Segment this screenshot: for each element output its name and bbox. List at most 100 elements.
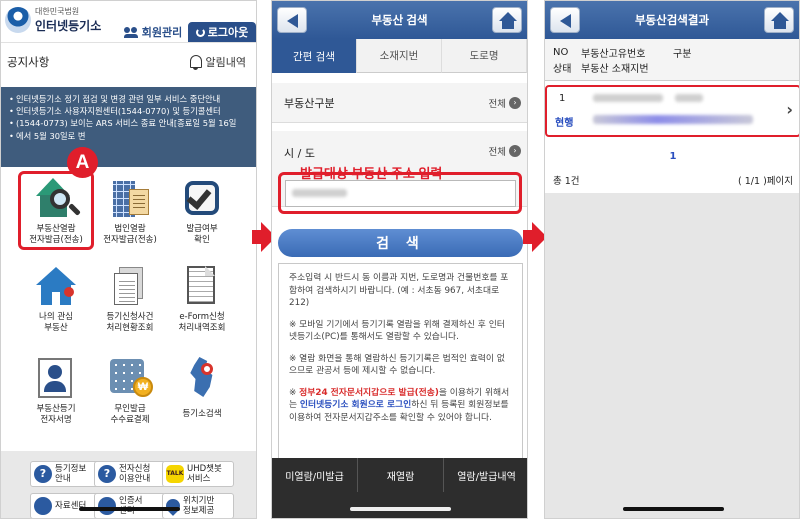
row-number: 1: [559, 93, 566, 104]
help-text: ※ 열람 화면을 통해 열람하신 등기기록은 법적인 효력이 없으므로 관공서 …: [289, 353, 505, 377]
total-count: 총 1건: [553, 176, 580, 187]
blurred-property-code: [593, 94, 663, 102]
tile-registry-info[interactable]: ? 등기정보 안내: [30, 461, 102, 487]
tile-certificate-center[interactable]: 인증서 센터: [94, 493, 166, 518]
back-button[interactable]: [277, 7, 307, 33]
menu-registry-office-search[interactable]: 등기소검색: [162, 355, 242, 420]
menu-label: 나의 관심 부동산: [39, 312, 73, 333]
row-status: 현행: [555, 118, 574, 129]
member-management-label: 회원관리: [141, 26, 183, 39]
blurred-address: [292, 188, 347, 197]
tile-label: 인증서 센터: [119, 496, 143, 516]
question-icon: ?: [34, 465, 52, 483]
re-view-button[interactable]: 재열람: [358, 458, 444, 492]
tile-chatbot[interactable]: TALK UHD챗봇 서비스: [162, 461, 234, 487]
notice-item[interactable]: 인터넷등기소 사용자지원센터(1544-0770) 및 등기콜센터: [9, 105, 252, 117]
result-table-header: NO 부동산고유번호 구분 상태 부동산 소재지번: [545, 39, 799, 81]
menu-e-signature[interactable]: 부동산등기 전자서명: [16, 355, 96, 425]
calculator-coin-icon: ₩: [107, 355, 153, 401]
folder-icon: [34, 497, 52, 515]
logo-title[interactable]: 인터넷등기소: [35, 17, 101, 34]
house-pin-icon: [33, 263, 79, 309]
tab-simple-search[interactable]: 간편 검색: [272, 39, 357, 73]
property-type-select[interactable]: 전체 ›: [489, 96, 521, 110]
menu-label: 법인열람 전자발급(전송): [103, 224, 157, 245]
home-indicator[interactable]: [623, 507, 724, 511]
page-title: 부동산검색결과: [634, 15, 710, 27]
province-select[interactable]: 전체 ›: [489, 144, 521, 158]
page-info: ( 1/1 )페이지: [738, 176, 793, 187]
step-badge-a: A: [67, 147, 98, 178]
home-indicator[interactable]: [350, 507, 451, 511]
tab-lot-number[interactable]: 소재지번: [357, 39, 442, 73]
header-status: 상태: [553, 64, 572, 75]
notice-item-continued[interactable]: 에서 5월 30일로 변: [9, 130, 252, 142]
form-document-icon: [179, 263, 225, 309]
blurred-address: [593, 115, 753, 124]
notice-list: 인터넷등기소 정기 점검 및 변경 관련 일부 서비스 중단안내 인터넷등기소 …: [1, 87, 256, 167]
home-button[interactable]: [764, 7, 794, 33]
header-tabs: 회원관리 로그아웃: [118, 22, 256, 42]
back-button[interactable]: [550, 7, 580, 33]
menu-issue-verification[interactable]: 발급여부 확인: [162, 175, 242, 245]
people-icon: [123, 26, 139, 38]
property-type-value: 전체: [488, 98, 506, 110]
notice-item-continued[interactable]: (1544-0773) 보이는 ARS 서비스 종료 안내[종료일 5월 16일: [9, 117, 252, 129]
property-type-field[interactable]: 부동산구분 전체 ›: [272, 83, 527, 123]
tile-e-application-guide[interactable]: ? 전자신청 이용안내: [94, 461, 166, 487]
tile-location-info[interactable]: 위치기반 정보제공: [162, 493, 234, 518]
view-history-button[interactable]: 열람/발급내역: [444, 458, 527, 492]
menu-kiosk-payment[interactable]: ₩ 무인발급 수수료결제: [90, 355, 170, 425]
tile-label: 전자신청 이용안내: [119, 464, 151, 484]
nav-bar: 부동산검색결과: [545, 1, 799, 39]
header-no: NO: [553, 47, 569, 58]
menu-corporate-view-issue[interactable]: 법인열람 전자발급(전송): [90, 175, 170, 245]
map-pin-icon: [179, 355, 225, 401]
result-count-bar: 총 1건 ( 1/1 )페이지: [545, 169, 799, 191]
menu-my-properties[interactable]: 나의 관심 부동산: [16, 263, 96, 333]
property-search-screen: 부동산 검색 간편 검색 소재지번 도로명 부동산구분 전체 › 시 / 도 전…: [271, 0, 528, 519]
menu-label: 발급여부 확인: [186, 224, 218, 245]
notice-header: 공지사항 알림내역: [1, 43, 256, 81]
logout-label: 로그아웃: [207, 26, 249, 39]
help-text-wallet: ※ 정부24 전자문서지갑으로 발급(전송)을 이용하기 위해서는 인터넷등기소…: [289, 387, 510, 423]
search-help-box: 주소입력 시 반드시 동 이름과 지번, 도로명과 건물번호를 포함하여 검색하…: [278, 263, 523, 459]
province-value: 전체: [488, 147, 506, 158]
id-card-icon: [33, 355, 79, 401]
address-input[interactable]: [285, 180, 516, 207]
member-management-tab[interactable]: 회원관리: [118, 22, 188, 42]
menu-label: 등기신청사건 처리현황조회: [106, 312, 154, 333]
page-number[interactable]: 1: [545, 151, 799, 162]
empty-area: [545, 193, 799, 518]
menu-eform-history[interactable]: e-Form신청 처리내역조회: [162, 263, 242, 333]
alert-history-link[interactable]: 알림내역: [189, 54, 246, 70]
menu-label: 무인발급 수수료결제: [110, 404, 150, 425]
not-viewed-button[interactable]: 미열람/미발급: [272, 458, 358, 492]
header-address: 부동산 소재지번: [581, 64, 649, 75]
tile-resource-center[interactable]: 자료센터: [30, 493, 102, 518]
logo-subtitle: 대한민국법원: [35, 7, 80, 16]
help-text: 주소입력 시 반드시 동 이름과 지번, 도로명과 건물번호를 포함하여 검색하…: [289, 273, 509, 308]
home-icon: [499, 12, 517, 29]
home-icon: [771, 12, 789, 29]
property-type-label: 부동산구분: [284, 96, 335, 110]
menu-label: e-Form신청 처리내역조회: [178, 312, 226, 333]
back-arrow-icon: [560, 14, 571, 28]
back-arrow-icon: [287, 14, 298, 28]
home-button[interactable]: [492, 7, 522, 33]
notice-item[interactable]: 인터넷등기소 정기 점검 및 변경 관련 일부 서비스 중단안내: [9, 93, 252, 105]
search-result-screen: 부동산검색결과 NO 부동산고유번호 구분 상태 부동산 소재지번 1 현행 ›…: [544, 0, 800, 519]
menu-case-status[interactable]: 등기신청사건 처리현황조회: [90, 263, 170, 333]
certificate-icon: [98, 497, 116, 515]
bell-icon: [189, 54, 203, 70]
tile-label: 등기정보 안내: [55, 464, 87, 484]
home-screen: 대한민국법원 인터넷등기소 회원관리 로그아웃 공지사항 알림내역 인터넷등기소…: [0, 0, 257, 519]
home-indicator[interactable]: [79, 507, 180, 511]
tab-road-name[interactable]: 도로명: [442, 39, 527, 73]
logout-tab[interactable]: 로그아웃: [188, 22, 256, 42]
search-button[interactable]: 검 색: [278, 229, 523, 257]
tile-label: 위치기반 정보제공: [183, 496, 215, 516]
table-row[interactable]: 1 현행 ›: [545, 85, 799, 137]
header-kind: 구분: [673, 49, 692, 60]
documents-icon: [107, 263, 153, 309]
